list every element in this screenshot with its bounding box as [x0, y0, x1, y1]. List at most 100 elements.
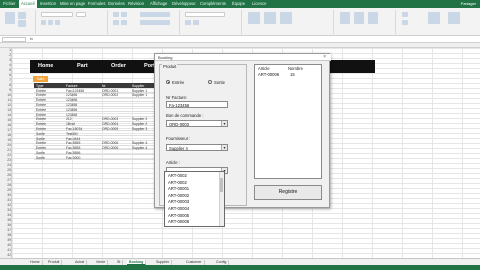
align-top-icon[interactable]: [113, 12, 119, 17]
row-number[interactable]: 35: [1, 218, 11, 222]
row-number[interactable]: 42: [1, 253, 11, 257]
align-center-icon[interactable]: [121, 20, 127, 25]
fill-icon[interactable]: [402, 20, 408, 25]
dropdown-option[interactable]: ART-0002: [168, 173, 187, 178]
dropdown-option[interactable]: ART-00006: [168, 219, 189, 224]
radio-sortie[interactable]: [208, 80, 212, 84]
row-number[interactable]: 11: [1, 98, 11, 102]
row-number[interactable]: 2: [1, 53, 11, 57]
register-button[interactable]: Registre: [254, 185, 322, 200]
share-button[interactable]: Partager: [461, 1, 476, 6]
row-number[interactable]: 33: [1, 208, 11, 212]
font-name-select[interactable]: [41, 12, 73, 17]
row-number[interactable]: 41: [1, 248, 11, 252]
row-number[interactable]: 7: [1, 78, 11, 82]
tab-formulas[interactable]: Formules: [88, 1, 105, 6]
tab-file[interactable]: Fichier: [3, 1, 16, 6]
row-number[interactable]: 4: [1, 63, 11, 67]
tab-addins[interactable]: Compléments: [200, 1, 226, 6]
align-middle-icon[interactable]: [121, 12, 127, 17]
row-number[interactable]: 27: [1, 178, 11, 182]
font-size-select[interactable]: [76, 12, 86, 17]
radio-entree[interactable]: [166, 80, 170, 84]
article-listbox[interactable]: Article Nombre ART-00006 15: [254, 64, 322, 179]
row-number[interactable]: 15: [1, 118, 11, 122]
insert-cells-icon[interactable]: [340, 12, 350, 24]
tab-license[interactable]: Licence: [252, 1, 266, 6]
number-format-select[interactable]: [185, 12, 225, 17]
cut-icon[interactable]: [18, 12, 26, 19]
article-dropdown-list[interactable]: ART-0002 ART-0002 ART-00001 ART-00002 ART-00…: [164, 171, 225, 227]
row-number[interactable]: 18: [1, 133, 11, 137]
format-as-table-icon[interactable]: [264, 12, 276, 24]
dropdown-option[interactable]: ART-00003: [168, 199, 189, 204]
row-number[interactable]: 37: [1, 228, 11, 232]
row-number[interactable]: 32: [1, 203, 11, 207]
find-select-icon[interactable]: [448, 12, 460, 24]
close-icon[interactable]: ×: [323, 54, 326, 60]
table-row[interactable]: Sortie Fac-0000: [34, 155, 160, 160]
delete-cells-icon[interactable]: [354, 12, 364, 24]
table-cell[interactable]: Fac-0000: [66, 156, 80, 160]
row-number[interactable]: 24: [1, 163, 11, 167]
tab-insert[interactable]: Insertion: [40, 1, 56, 6]
copy-icon[interactable]: [18, 20, 26, 27]
row-number[interactable]: 12: [1, 103, 11, 107]
row-number[interactable]: 36: [1, 223, 11, 227]
tab-data[interactable]: Données: [108, 1, 125, 6]
row-number[interactable]: 8: [1, 83, 11, 87]
autosum-icon[interactable]: [402, 12, 408, 17]
row-number[interactable]: 28: [1, 183, 11, 187]
sort-filter-icon[interactable]: [428, 12, 440, 24]
header-home[interactable]: Home: [38, 63, 53, 69]
table-cell[interactable]: Sortie: [36, 156, 45, 160]
underline-icon[interactable]: [55, 20, 60, 25]
row-number[interactable]: 19: [1, 138, 11, 142]
dropdown-scroll-thumb[interactable]: [220, 178, 223, 192]
row-number[interactable]: 14: [1, 113, 11, 117]
conditional-format-icon[interactable]: [248, 12, 260, 24]
row-number[interactable]: 9: [1, 88, 11, 92]
row-number[interactable]: 38: [1, 233, 11, 237]
row-number[interactable]: 25: [1, 168, 11, 172]
format-cells-icon[interactable]: [368, 12, 378, 24]
chevron-down-icon[interactable]: ▾: [221, 145, 227, 150]
tab-home[interactable]: Accueil: [19, 0, 37, 8]
merge-center-button[interactable]: [140, 20, 170, 25]
tab-review[interactable]: Révision: [128, 1, 144, 6]
tab-page-layout[interactable]: Mise en page: [60, 1, 85, 6]
row-number[interactable]: 13: [1, 108, 11, 112]
wrap-text-button[interactable]: [140, 12, 170, 17]
header-order[interactable]: Order: [111, 63, 126, 69]
row-number[interactable]: 40: [1, 243, 11, 247]
dropdown-option[interactable]: ART-00001: [168, 186, 189, 191]
facture-input[interactable]: Fa-123456: [166, 101, 228, 108]
currency-icon[interactable]: [185, 20, 191, 25]
bon-combo[interactable]: ORD-0003 ▾: [166, 120, 228, 127]
row-number[interactable]: 5: [1, 68, 11, 72]
row-number[interactable]: 6: [1, 73, 11, 77]
row-number[interactable]: 16: [1, 123, 11, 127]
italic-icon[interactable]: [48, 20, 53, 25]
paste-icon[interactable]: [5, 12, 15, 24]
header-part[interactable]: Part: [77, 63, 88, 69]
tab-developer[interactable]: Développeur: [172, 1, 196, 6]
chevron-down-icon[interactable]: ▾: [221, 121, 227, 126]
row-number[interactable]: 21: [1, 148, 11, 152]
row-number[interactable]: 1: [1, 48, 11, 52]
dropdown-option[interactable]: ART-00005: [168, 213, 189, 218]
row-number[interactable]: 10: [1, 93, 11, 97]
row-number[interactable]: 20: [1, 143, 11, 147]
dropdown-option[interactable]: ART-0002: [168, 180, 187, 185]
cell-styles-icon[interactable]: [280, 12, 292, 24]
name-box[interactable]: [2, 37, 26, 42]
row-number[interactable]: 26: [1, 173, 11, 177]
list-item-article[interactable]: ART-00006: [258, 72, 279, 77]
percent-icon[interactable]: [193, 20, 199, 25]
dropdown-option[interactable]: ART-00004: [168, 206, 189, 211]
bold-icon[interactable]: [41, 20, 46, 25]
row-number[interactable]: 29: [1, 188, 11, 192]
row-number[interactable]: 39: [1, 238, 11, 242]
row-number[interactable]: 17: [1, 128, 11, 132]
row-number[interactable]: 3: [1, 58, 11, 62]
